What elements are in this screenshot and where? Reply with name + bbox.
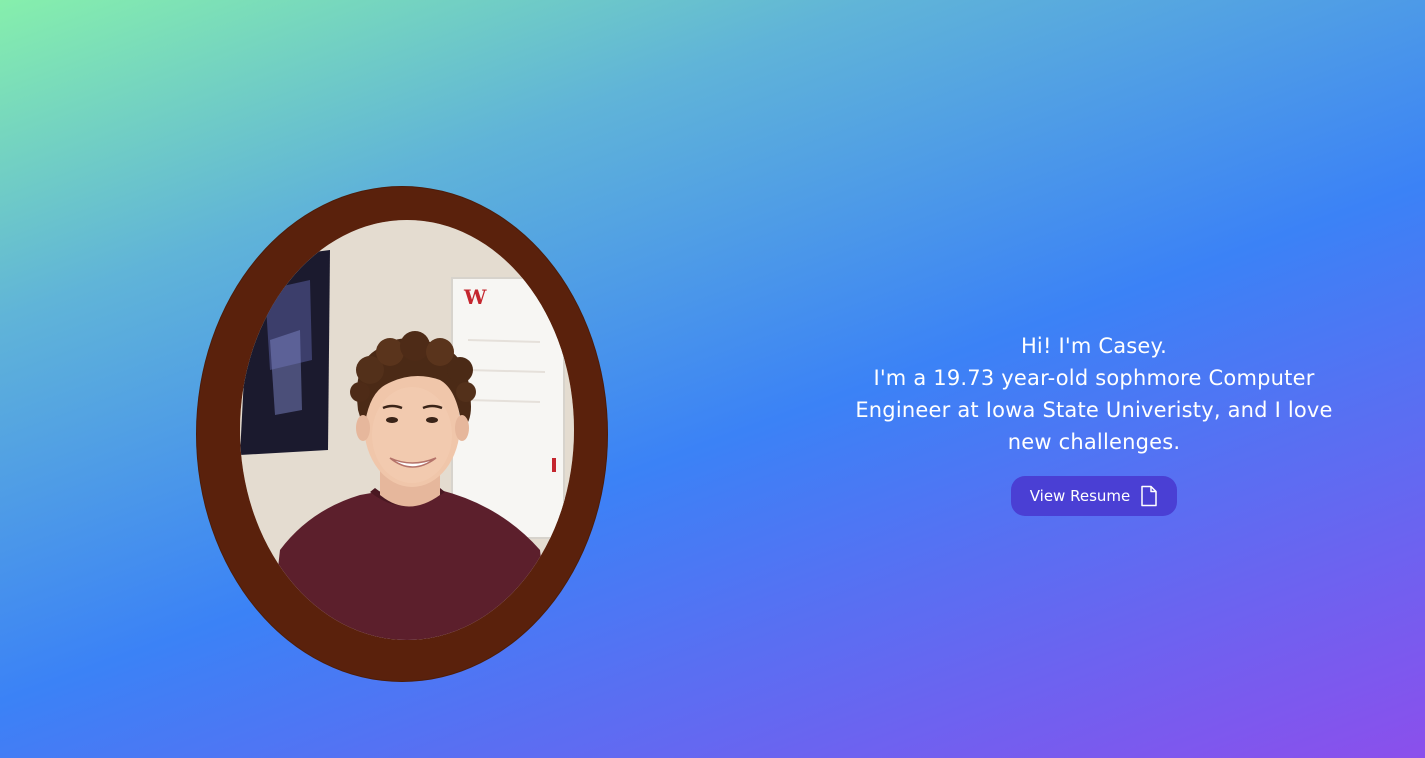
document-icon [1140,485,1158,507]
profile-photo: W [240,220,574,640]
intro-text: Hi! I'm Casey. I'm a 19.73 year-old soph… [834,330,1354,458]
bio-text: I'm a 19.73 year-old sophmore Computer E… [855,366,1333,454]
view-resume-button[interactable]: View Resume [1011,476,1177,516]
view-resume-label: View Resume [1029,487,1131,505]
hero-section: W Hi! I'm Casey. I'm a 19.73 year-old so… [0,0,1425,758]
greeting-text: Hi! I'm Casey. [1020,334,1168,358]
svg-text:W: W [463,285,487,309]
